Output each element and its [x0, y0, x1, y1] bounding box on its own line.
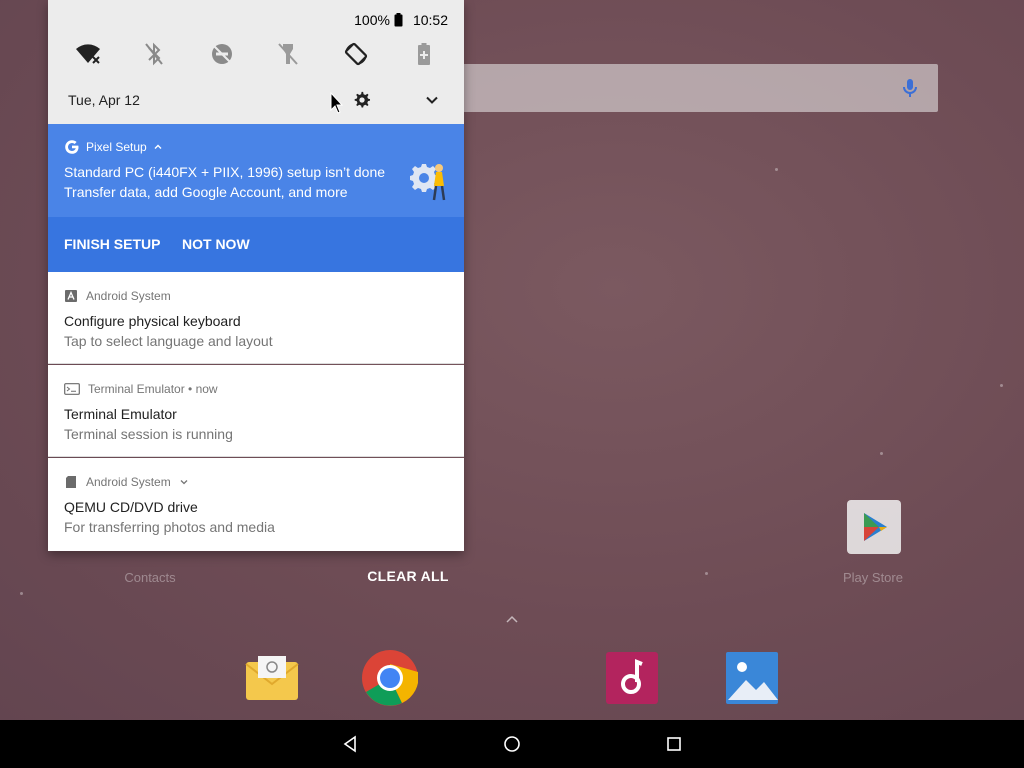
chevron-up-icon[interactable]: [153, 142, 163, 152]
chrome-app-icon[interactable]: [362, 650, 419, 706]
finish-setup-button[interactable]: FINISH SETUP: [64, 236, 160, 252]
wallpaper-star: [705, 572, 708, 575]
battery-percent: 100%: [354, 12, 390, 28]
pixel-setup-notification[interactable]: Pixel Setup Standard PC (i440FX + PIIX, …: [48, 124, 464, 272]
sd-card-icon: [66, 476, 76, 488]
quick-settings-panel: 100% 10:52 Tue, Apr 12: [48, 0, 464, 124]
wifi-off-icon[interactable]: [74, 40, 102, 68]
battery-saver-icon[interactable]: [410, 40, 438, 68]
terminal-icon: [64, 383, 80, 395]
play-store-app-icon[interactable]: [847, 500, 901, 554]
notification-text: Terminal session is running: [64, 426, 233, 442]
terminal-notification[interactable]: Terminal Emulator • now Terminal Emulato…: [48, 365, 464, 457]
setup-illustration-icon: [410, 164, 446, 201]
wallpaper-star: [1000, 384, 1003, 387]
notification-text: Tap to select language and layout: [64, 333, 273, 349]
bluetooth-off-icon[interactable]: [140, 40, 168, 68]
email-app-icon[interactable]: [244, 650, 300, 706]
status-bar: 100% 10:52: [354, 11, 448, 29]
notification-title: Configure physical keyboard: [64, 313, 241, 329]
notification-header: Terminal Emulator • now: [64, 382, 218, 396]
notification-app-name: Terminal Emulator • now: [88, 382, 218, 396]
navigation-bar: [0, 720, 1024, 768]
notification-header: Android System: [64, 289, 171, 303]
mouse-cursor-icon: [330, 92, 344, 114]
chevron-down-icon[interactable]: [422, 90, 442, 110]
gallery-app-icon[interactable]: [724, 650, 780, 706]
date-label: Tue, Apr 12: [68, 92, 140, 108]
gear-icon[interactable]: [352, 90, 372, 110]
wallpaper-star: [20, 592, 23, 595]
notification-header: Android System: [64, 475, 189, 489]
auto-rotate-icon[interactable]: [342, 40, 370, 68]
notification-app-name: Android System: [86, 475, 171, 489]
chevron-down-icon[interactable]: [179, 477, 189, 487]
notification-actions: FINISH SETUP NOT NOW: [48, 217, 464, 272]
notification-shade: 100% 10:52 Tue, Apr 12 Pixel Setup Stand…: [48, 0, 464, 551]
android-system-icon: [65, 290, 77, 302]
back-icon[interactable]: [338, 732, 362, 756]
qemu-drive-notification[interactable]: Android System QEMU CD/DVD drive For tra…: [48, 458, 464, 551]
not-now-button[interactable]: NOT NOW: [182, 236, 250, 252]
notification-app-name: Android System: [86, 289, 171, 303]
chevron-up-icon[interactable]: [504, 612, 520, 628]
contacts-label[interactable]: Contacts: [100, 570, 200, 585]
status-time: 10:52: [412, 12, 448, 28]
music-app-icon[interactable]: [604, 650, 660, 706]
clear-all-button[interactable]: CLEAR ALL: [360, 564, 456, 588]
notification-title: QEMU CD/DVD drive: [64, 499, 198, 515]
notification-text: Transfer data, add Google Account, and m…: [64, 184, 348, 200]
flashlight-off-icon[interactable]: [274, 40, 302, 68]
google-search-bar[interactable]: [440, 64, 938, 112]
keyboard-notification[interactable]: Android System Configure physical keyboa…: [48, 272, 464, 364]
recents-icon[interactable]: [662, 732, 686, 756]
mic-icon[interactable]: [898, 76, 922, 100]
notification-title: Terminal Emulator: [64, 406, 177, 422]
wallpaper-star: [775, 168, 778, 171]
notification-header: Pixel Setup: [64, 139, 163, 155]
play-store-label[interactable]: Play Store: [823, 570, 923, 585]
do-not-disturb-off-icon[interactable]: [208, 40, 236, 68]
notification-text: For transferring photos and media: [64, 519, 275, 535]
battery-icon: [394, 13, 403, 27]
notification-title: Standard PC (i440FX + PIIX, 1996) setup …: [64, 164, 386, 180]
notification-app-name: Pixel Setup: [86, 140, 147, 154]
home-icon[interactable]: [500, 732, 524, 756]
wallpaper-star: [880, 452, 883, 455]
google-g-icon: [65, 140, 79, 154]
